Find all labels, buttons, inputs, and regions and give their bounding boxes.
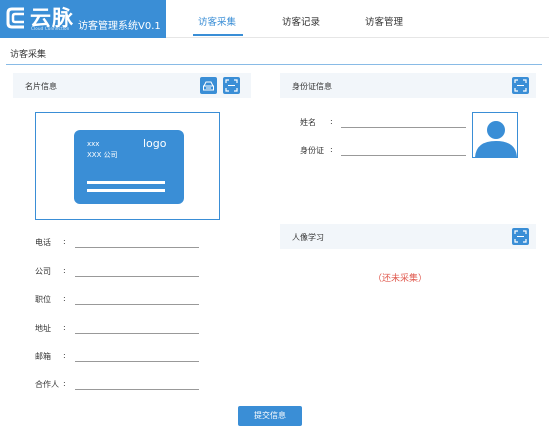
phone-input[interactable] (75, 247, 199, 248)
id-scan-button[interactable] (512, 77, 529, 94)
business-card-illustration: xxx XXX 公司 logo (74, 130, 184, 204)
address-field[interactable]: 地址 : (35, 323, 205, 337)
brand-area: 云脉 Cloud Connection 访客管理系统V0.1 (0, 0, 166, 38)
scanner-button[interactable] (200, 77, 217, 94)
scan-frame-icon (225, 79, 238, 92)
id-info-title: 身份证信息 (292, 82, 332, 91)
name-label: 姓名 (300, 118, 316, 127)
company-field[interactable]: 公司 : (35, 266, 205, 280)
id-info-header: 身份证信息 (280, 73, 536, 98)
id-photo-placeholder (472, 112, 518, 158)
active-tab-indicator (193, 34, 243, 36)
scanner-icon (203, 81, 214, 91)
position-input[interactable] (75, 304, 199, 305)
card-preview-line (87, 181, 165, 184)
company-label: 公司 (35, 267, 51, 276)
position-label: 职位 (35, 295, 51, 304)
field-colon: : (63, 237, 66, 246)
page-divider (6, 64, 542, 65)
field-colon: : (330, 145, 333, 154)
partner-field[interactable]: 合作人 : (35, 379, 205, 393)
card-preview-line (87, 189, 165, 192)
card-scan-button[interactable] (223, 77, 240, 94)
scan-frame-icon (514, 79, 527, 92)
id-number-label: 身份证 (300, 146, 324, 155)
card-info-title: 名片信息 (25, 82, 57, 91)
portrait-header: 人像学习 (280, 224, 536, 249)
phone-field[interactable]: 电话 : (35, 237, 205, 251)
name-input[interactable] (341, 127, 466, 128)
card-preview-company: XXX 公司 (87, 151, 118, 159)
top-bar: 云脉 Cloud Connection 访客管理系统V0.1 访客采集 访客记录… (0, 0, 549, 38)
card-info-header: 名片信息 (13, 73, 251, 98)
tab-visitor-collect[interactable]: 访客采集 (198, 14, 236, 28)
id-number-input[interactable] (341, 155, 466, 156)
portrait-capture-button[interactable] (512, 228, 529, 245)
submit-button[interactable]: 提交信息 (238, 406, 302, 426)
tab-visitor-records[interactable]: 访客记录 (282, 14, 320, 28)
phone-label: 电话 (35, 238, 51, 247)
email-field[interactable]: 邮箱 : (35, 351, 205, 365)
page-title: 访客采集 (10, 50, 47, 60)
logo-mark-icon (6, 7, 24, 29)
field-colon: : (330, 117, 333, 126)
field-colon: : (63, 294, 66, 303)
field-colon: : (63, 351, 66, 360)
business-card-preview: xxx XXX 公司 logo (35, 112, 220, 220)
company-input[interactable] (75, 276, 199, 277)
field-colon: : (63, 323, 66, 332)
email-label: 邮箱 (35, 352, 51, 361)
position-field[interactable]: 职位 : (35, 294, 205, 308)
card-preview-name: xxx (87, 140, 100, 148)
tab-visitor-manage[interactable]: 访客管理 (365, 14, 403, 28)
name-field[interactable]: 姓名 : (300, 117, 475, 131)
address-label: 地址 (35, 324, 51, 333)
portrait-title: 人像学习 (292, 233, 324, 242)
scan-frame-icon (514, 230, 527, 243)
card-preview-logo: logo (143, 137, 167, 150)
address-input[interactable] (75, 333, 199, 334)
partner-label: 合作人 (35, 380, 59, 389)
id-number-field[interactable]: 身份证 : (300, 145, 475, 159)
user-silhouette-icon (475, 121, 517, 157)
app-title: 访客管理系统V0.1 (78, 21, 161, 32)
email-input[interactable] (75, 361, 199, 362)
field-colon: : (63, 379, 66, 388)
field-colon: : (63, 266, 66, 275)
partner-input[interactable] (75, 389, 199, 390)
logo-subtitle: Cloud Connection (31, 26, 70, 31)
portrait-empty-status: （还未采集） (373, 274, 428, 284)
